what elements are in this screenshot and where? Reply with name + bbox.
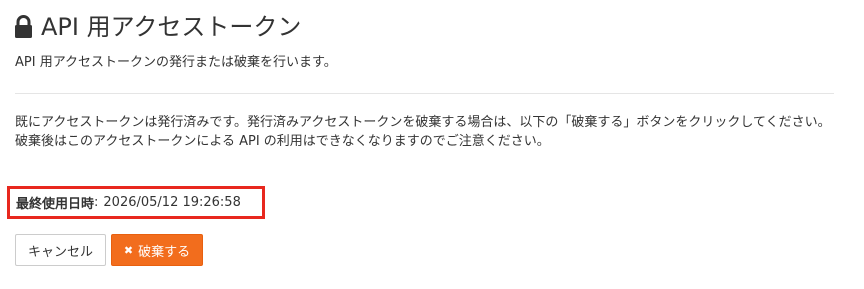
cancel-button[interactable]: キャンセル bbox=[15, 234, 106, 266]
description-line-1: 既にアクセストークンは発行済みです。発行済みアクセストークンを破棄する場合は、以… bbox=[15, 115, 831, 130]
last-used-label: 最終使用日時 bbox=[16, 197, 95, 212]
description-line-2: 破棄後はこのアクセストークンによる API の利用はできなくなりますのでご注意く… bbox=[15, 133, 550, 149]
page-subtitle: API 用アクセストークンの発行または破棄を行います。 bbox=[15, 55, 337, 70]
last-used-highlight: 最終使用日時 : 2026/05/12 19:26:58 bbox=[7, 186, 265, 219]
close-icon: ✖ bbox=[123, 243, 134, 257]
lock-icon bbox=[14, 15, 33, 39]
page-header: API 用アクセストークン bbox=[14, 10, 301, 44]
last-used-value: 2026/05/12 19:26:58 bbox=[103, 195, 241, 210]
action-buttons: キャンセル ✖ 破棄する bbox=[15, 234, 203, 266]
description: 既にアクセストークンは発行済みです。発行済みアクセストークンを破棄する場合は、以… bbox=[15, 114, 835, 151]
discard-button[interactable]: ✖ 破棄する bbox=[111, 234, 203, 266]
page-title: API 用アクセストークン bbox=[41, 13, 302, 41]
access-token-page: API 用アクセストークン API 用アクセストークンの発行または破棄を行います… bbox=[0, 0, 864, 289]
discard-button-label: 破棄する bbox=[138, 244, 191, 260]
last-used-separator: : bbox=[94, 195, 99, 210]
divider bbox=[15, 93, 834, 94]
